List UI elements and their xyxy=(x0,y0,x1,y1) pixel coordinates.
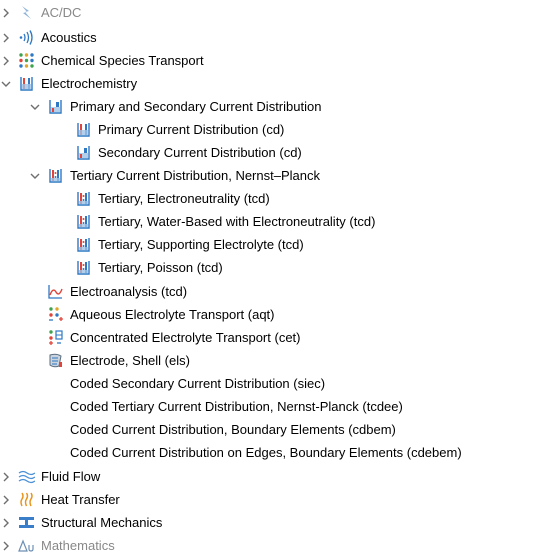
tree-node-electrochemistry[interactable]: Electrochemistry xyxy=(0,72,137,95)
tree-node-tertiary-poisson[interactable]: Tertiary, Poisson (tcd) xyxy=(75,256,223,279)
tertiary-beaker-icon xyxy=(75,213,92,230)
chevron-right-icon[interactable] xyxy=(0,32,12,44)
tree-node-tertiary-water-based[interactable]: Tertiary, Water-Based with Electroneutra… xyxy=(75,210,375,233)
tree-node-fluid-flow[interactable]: Fluid Flow xyxy=(0,465,100,488)
tree-node-label: Concentrated Electrolyte Transport (cet) xyxy=(70,330,301,345)
electroanalysis-curve-icon xyxy=(47,283,64,300)
tree-node-label: Acoustics xyxy=(41,30,97,45)
model-builder-tree: AC/DC Acoustics Chemical Species Transpo… xyxy=(0,0,535,556)
tree-node-label: Electrochemistry xyxy=(41,76,138,91)
tree-node-primary-secondary[interactable]: Primary and Secondary Current Distributi… xyxy=(29,95,321,118)
delta-u-icon xyxy=(18,537,35,554)
tree-node-label: Coded Current Distribution, Boundary Ele… xyxy=(70,422,396,437)
tree-node-mathematics[interactable]: Mathematics xyxy=(0,534,115,557)
tree-node-label: Aqueous Electrolyte Transport (aqt) xyxy=(70,307,275,322)
tree-node-label: Electroanalysis (tcd) xyxy=(70,284,188,299)
electrolyte-transport-icon xyxy=(47,306,64,323)
tree-node-ac-dc[interactable]: AC/DC xyxy=(0,1,81,24)
tree-node-label: Coded Secondary Current Distribution (si… xyxy=(70,376,326,391)
electrolyte-transport-icon xyxy=(47,329,64,346)
chevron-right-icon[interactable] xyxy=(0,7,12,19)
tree-node-label: Structural Mechanics xyxy=(41,515,163,530)
tree-node-heat-transfer[interactable]: Heat Transfer xyxy=(0,488,120,511)
tree-node-concentrated-transport[interactable]: Concentrated Electrolyte Transport (cet) xyxy=(47,326,301,349)
beam-icon xyxy=(18,514,35,531)
tree-node-label: Electrode, Shell (els) xyxy=(70,353,190,368)
chevron-down-icon[interactable] xyxy=(29,170,41,182)
tree-node-coded-secondary[interactable]: Coded Secondary Current Distribution (si… xyxy=(47,372,325,395)
chevron-right-icon[interactable] xyxy=(0,540,12,552)
tree-node-tertiary-nernst-planck[interactable]: Tertiary Current Distribution, Nernst–Pl… xyxy=(29,164,320,187)
tree-node-label: Tertiary, Poisson (tcd) xyxy=(98,260,223,275)
tree-node-coded-boundary[interactable]: Coded Current Distribution, Boundary Ele… xyxy=(47,418,396,441)
chevron-down-icon[interactable] xyxy=(0,78,12,90)
tree-node-label: Primary Current Distribution (cd) xyxy=(98,122,285,137)
tree-node-label: Coded Current Distribution on Edges, Bou… xyxy=(70,445,462,460)
tree-node-acoustics[interactable]: Acoustics xyxy=(0,26,97,49)
tree-node-secondary-cd[interactable]: Secondary Current Distribution (cd) xyxy=(75,141,302,164)
tree-node-label: Mathematics xyxy=(41,538,115,553)
flow-waves-icon xyxy=(18,468,35,485)
sound-wave-icon xyxy=(18,29,35,46)
tree-node-label: AC/DC xyxy=(41,5,82,20)
tree-node-electrode-shell[interactable]: Electrode, Shell (els) xyxy=(47,349,190,372)
lightning-icon xyxy=(18,4,35,21)
tree-node-primary-cd[interactable]: Primary Current Distribution (cd) xyxy=(75,118,284,141)
tree-node-electroanalysis[interactable]: Electroanalysis (tcd) xyxy=(47,280,187,303)
tertiary-beaker-icon xyxy=(75,190,92,207)
species-dots-icon xyxy=(18,52,35,69)
beaker-icon xyxy=(47,98,64,115)
tree-node-structural-mechanics[interactable]: Structural Mechanics xyxy=(0,511,162,534)
tree-node-label: Coded Tertiary Current Distribution, Ner… xyxy=(70,399,403,414)
tertiary-beaker-icon xyxy=(75,259,92,276)
tree-node-label: Tertiary, Electroneutrality (tcd) xyxy=(98,191,270,206)
heat-icon xyxy=(18,491,35,508)
chevron-down-icon[interactable] xyxy=(29,101,41,113)
beaker-icon xyxy=(18,75,35,92)
beaker-icon xyxy=(75,121,92,138)
tree-node-label: Fluid Flow xyxy=(41,469,101,484)
tree-node-label: Secondary Current Distribution (cd) xyxy=(98,145,302,160)
chevron-right-icon[interactable] xyxy=(0,55,12,67)
chevron-right-icon[interactable] xyxy=(0,494,12,506)
tree-node-label: Chemical Species Transport xyxy=(41,53,204,68)
chevron-right-icon[interactable] xyxy=(0,471,12,483)
tree-node-coded-tertiary[interactable]: Coded Tertiary Current Distribution, Ner… xyxy=(47,395,403,418)
beaker-icon xyxy=(75,144,92,161)
tree-node-label: Primary and Secondary Current Distributi… xyxy=(70,99,322,114)
electrode-shell-icon xyxy=(47,352,64,369)
tree-node-label: Heat Transfer xyxy=(41,492,120,507)
tertiary-beaker-icon xyxy=(47,167,64,184)
tree-node-label: Tertiary, Supporting Electrolyte (tcd) xyxy=(98,237,304,252)
tree-node-tertiary-electroneutrality[interactable]: Tertiary, Electroneutrality (tcd) xyxy=(75,187,270,210)
chevron-right-icon[interactable] xyxy=(0,517,12,529)
tree-node-chemical-species-transport[interactable]: Chemical Species Transport xyxy=(0,49,204,72)
tree-node-label: Tertiary Current Distribution, Nernst–Pl… xyxy=(70,168,320,183)
tree-node-coded-edges[interactable]: Coded Current Distribution on Edges, Bou… xyxy=(47,441,462,464)
tree-node-aqueous-transport[interactable]: Aqueous Electrolyte Transport (aqt) xyxy=(47,303,275,326)
tertiary-beaker-icon xyxy=(75,236,92,253)
tree-node-label: Tertiary, Water-Based with Electroneutra… xyxy=(98,214,376,229)
tree-node-tertiary-supporting-electrolyte[interactable]: Tertiary, Supporting Electrolyte (tcd) xyxy=(75,233,304,256)
